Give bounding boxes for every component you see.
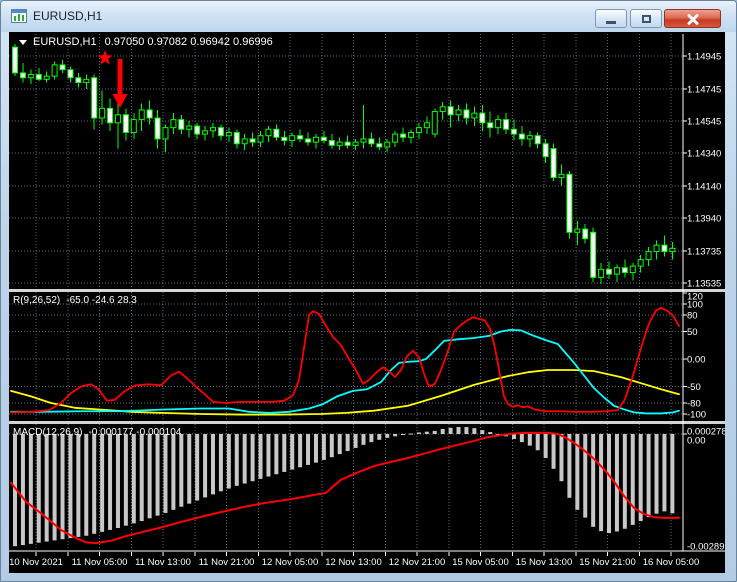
- svg-text:1.14140: 1.14140: [687, 182, 721, 193]
- svg-text:12 Nov 13:00: 12 Nov 13:00: [325, 557, 382, 568]
- svg-text:80: 80: [687, 311, 698, 322]
- svg-text:15 Nov 21:00: 15 Nov 21:00: [579, 557, 636, 568]
- window-titlebar[interactable]: EURUSD,H1: [1, 1, 736, 32]
- svg-text:1.13735: 1.13735: [687, 247, 721, 258]
- svg-text:12 Nov 21:00: 12 Nov 21:00: [389, 557, 446, 568]
- svg-text:1.14340: 1.14340: [687, 149, 721, 160]
- svg-text:1.14545: 1.14545: [687, 117, 721, 128]
- svg-text:-80: -80: [687, 399, 701, 410]
- down-arrow-marker-icon: [112, 59, 128, 108]
- maximize-button[interactable]: [630, 9, 662, 28]
- svg-text:15 Nov 05:00: 15 Nov 05:00: [452, 557, 509, 568]
- svg-text:0.00: 0.00: [687, 436, 706, 447]
- svg-text:0.00: 0.00: [687, 355, 706, 366]
- svg-text:1.13940: 1.13940: [687, 214, 721, 225]
- window-title: EURUSD,H1: [33, 9, 103, 23]
- minimize-icon: [606, 20, 616, 24]
- chart-client-area: 1.14945 1.14745 1.14545 1.14340 1.14140 1.139…: [9, 32, 725, 573]
- chart-canvas[interactable]: 1.14945 1.14745 1.14545 1.14340 1.14140 1.139…: [9, 32, 725, 573]
- chart-window-icon: [11, 8, 27, 24]
- window-controls: [595, 9, 721, 28]
- svg-text:11 Nov 21:00: 11 Nov 21:00: [199, 557, 255, 568]
- svg-text:11 Nov 05:00: 11 Nov 05:00: [72, 557, 128, 568]
- minimize-button[interactable]: [595, 9, 627, 28]
- maximize-icon: [641, 14, 651, 23]
- svg-text:-100: -100: [687, 410, 706, 421]
- macd-plot: [10, 427, 680, 547]
- svg-text:1.13535: 1.13535: [687, 279, 721, 290]
- svg-text:1.14945: 1.14945: [687, 52, 721, 63]
- close-button[interactable]: [664, 9, 721, 28]
- svg-text:-50: -50: [687, 382, 701, 393]
- svg-text:1.14745: 1.14745: [687, 85, 721, 96]
- svg-text:15 Nov 13:00: 15 Nov 13:00: [516, 557, 573, 568]
- svg-text:10 Nov 2021: 10 Nov 2021: [9, 557, 63, 568]
- svg-text:11 Nov 13:00: 11 Nov 13:00: [135, 557, 191, 568]
- svg-text:16 Nov 05:00: 16 Nov 05:00: [643, 557, 700, 568]
- svg-text:100: 100: [687, 300, 703, 311]
- application-window: EURUSD,H1 1.14945 1.14745 1.14545 1.14340 1.…: [0, 0, 737, 582]
- oscillator-lines: [10, 306, 680, 416]
- svg-text:12 Nov 05:00: 12 Nov 05:00: [262, 557, 319, 568]
- svg-text:50: 50: [687, 327, 698, 338]
- close-icon: [686, 12, 699, 26]
